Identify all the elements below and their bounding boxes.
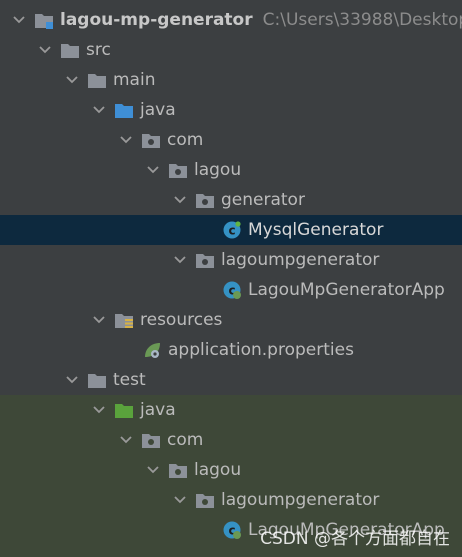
package-icon (195, 250, 215, 270)
chevron-down-icon[interactable] (63, 371, 81, 389)
java-class-icon: c (222, 220, 242, 240)
svg-text:c: c (228, 224, 235, 238)
tree-row-test-lagou[interactable]: lagou (0, 455, 462, 485)
spring-boot-class-icon: c (222, 280, 242, 300)
tree-row-main[interactable]: main (0, 65, 462, 95)
spring-properties-icon (142, 340, 162, 360)
tree-row-java[interactable]: java (0, 95, 462, 125)
tree-label: com (167, 430, 204, 450)
package-icon (195, 190, 215, 210)
chevron-down-icon[interactable] (171, 251, 189, 269)
tree-row-test-java[interactable]: java (0, 395, 462, 425)
chevron-down-icon[interactable] (10, 11, 28, 29)
chevron-down-icon[interactable] (90, 311, 108, 329)
tree-label: resources (140, 310, 223, 330)
project-name: lagou-mp-generator (60, 10, 253, 30)
tree-row-test[interactable]: test (0, 365, 462, 395)
package-icon (141, 130, 161, 150)
tree-label: lagoumpgenerator (221, 250, 380, 270)
tree-label: src (86, 40, 111, 60)
tree-row-project[interactable]: lagou-mp-generator C:\Users\33988\Deskto… (0, 5, 462, 35)
chevron-down-icon[interactable] (90, 401, 108, 419)
chevron-down-icon[interactable] (117, 431, 135, 449)
package-icon (141, 430, 161, 450)
chevron-down-icon[interactable] (36, 41, 54, 59)
folder-icon (87, 70, 107, 90)
resources-folder-icon (114, 310, 134, 330)
project-path: C:\Users\33988\Desktop (262, 10, 462, 30)
chevron-down-icon[interactable] (144, 161, 162, 179)
chevron-down-icon[interactable] (117, 131, 135, 149)
tree-row-mysqlgenerator[interactable]: c MysqlGenerator (0, 215, 462, 245)
tree-label: lagoumpgenerator (221, 490, 380, 510)
spring-boot-class-icon: c (222, 520, 242, 540)
tree-row-com[interactable]: com (0, 125, 462, 155)
tree-row-application-properties[interactable]: application.properties (0, 335, 462, 365)
chevron-down-icon[interactable] (63, 71, 81, 89)
tree-row-lagoumpgeneratorapp[interactable]: c LagouMpGeneratorApp (0, 275, 462, 305)
tree-row-lagoumpgenerator[interactable]: lagoumpgenerator (0, 245, 462, 275)
tree-label: generator (221, 190, 305, 210)
tree-row-src[interactable]: src (0, 35, 462, 65)
tree-row-resources[interactable]: resources (0, 305, 462, 335)
tree-label: java (140, 400, 176, 420)
tree-row-test-lagoumpgenerator[interactable]: lagoumpgenerator (0, 485, 462, 515)
chevron-down-icon[interactable] (90, 101, 108, 119)
source-folder-icon (114, 100, 134, 120)
folder-icon (87, 370, 107, 390)
package-icon (168, 460, 188, 480)
csdn-watermark: CSDN @各个方面都自在 (260, 529, 450, 549)
chevron-down-icon[interactable] (144, 461, 162, 479)
tree-row-test-com[interactable]: com (0, 425, 462, 455)
tree-label: lagou (194, 460, 242, 480)
package-icon (168, 160, 188, 180)
package-icon (195, 490, 215, 510)
chevron-down-icon[interactable] (171, 191, 189, 209)
tree-row-lagou[interactable]: lagou (0, 155, 462, 185)
project-tree: lagou-mp-generator C:\Users\33988\Deskto… (0, 0, 462, 557)
tree-row-generator[interactable]: generator (0, 185, 462, 215)
module-folder-icon (34, 10, 54, 30)
test-folder-icon (114, 400, 134, 420)
tree-label: java (140, 100, 176, 120)
folder-icon (60, 40, 80, 60)
tree-label: application.properties (168, 340, 354, 360)
tree-label: lagou (194, 160, 242, 180)
tree-label: test (113, 370, 146, 390)
tree-label: main (113, 70, 156, 90)
tree-label: com (167, 130, 204, 150)
tree-label: MysqlGenerator (248, 220, 384, 240)
chevron-down-icon[interactable] (171, 491, 189, 509)
tree-label: LagouMpGeneratorApp (248, 280, 445, 300)
